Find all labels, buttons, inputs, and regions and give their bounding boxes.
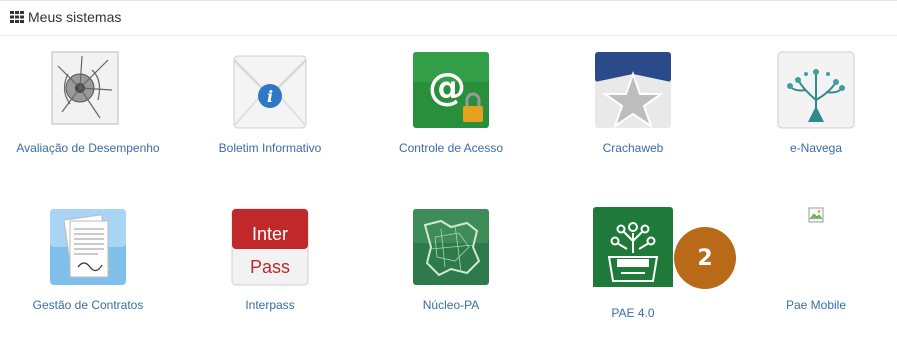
panel-header: Meus sistemas [0, 0, 897, 36]
tile-avaliacao-desempenho[interactable]: Avaliação de Desempenho [0, 50, 178, 155]
tile-label[interactable]: Pae Mobile [726, 298, 897, 312]
tile-label[interactable]: Gestão de Contratos [0, 298, 178, 312]
tile-label[interactable]: Avaliação de Desempenho [0, 141, 178, 155]
tree-icon [776, 50, 856, 130]
broken-image-icon [776, 207, 856, 287]
svg-text:@: @ [428, 65, 466, 109]
tile-label[interactable]: Interpass [180, 298, 360, 312]
tile-label[interactable]: PAE 4.0 [543, 306, 723, 320]
at-lock-icon: @ [411, 50, 491, 130]
tile-label[interactable]: Boletim Informativo [180, 141, 360, 155]
map-icon [411, 207, 491, 287]
grid-icon [10, 11, 24, 23]
interpass-top-text: Inter [252, 224, 288, 244]
star-badge-icon [593, 50, 673, 130]
tile-label[interactable]: Crachaweb [543, 141, 723, 155]
inbox-tree-icon [593, 207, 673, 295]
tile-e-navega[interactable]: e-Navega [726, 50, 897, 155]
target-icon [48, 50, 128, 130]
tile-label[interactable]: Controle de Acesso [361, 141, 541, 155]
tile-label[interactable]: Núcleo-PA [361, 298, 541, 312]
interpass-bottom-text: Pass [250, 257, 290, 277]
panel-title-text: Meus sistemas [28, 9, 122, 25]
tile-controle-acesso[interactable]: @ Controle de Acesso [361, 50, 541, 155]
tile-gestao-contratos[interactable]: Gestão de Contratos [0, 207, 178, 312]
tile-crachaweb[interactable]: Crachaweb [543, 50, 723, 155]
tile-label[interactable]: e-Navega [726, 141, 897, 155]
interpass-icon: Inter Pass [230, 207, 310, 287]
tile-boletim-informativo[interactable]: i Boletim Informativo [180, 50, 360, 155]
info-envelope-icon: i [230, 50, 310, 130]
step-number-badge: 2 [674, 227, 736, 289]
tile-pae-mobile[interactable]: Pae Mobile [726, 207, 897, 312]
documents-icon [48, 207, 128, 287]
tile-interpass[interactable]: Inter Pass Interpass [180, 207, 360, 312]
tile-nucleo-pa[interactable]: Núcleo-PA [361, 207, 541, 312]
panel-title: Meus sistemas [10, 9, 121, 25]
svg-text:i: i [267, 87, 273, 106]
